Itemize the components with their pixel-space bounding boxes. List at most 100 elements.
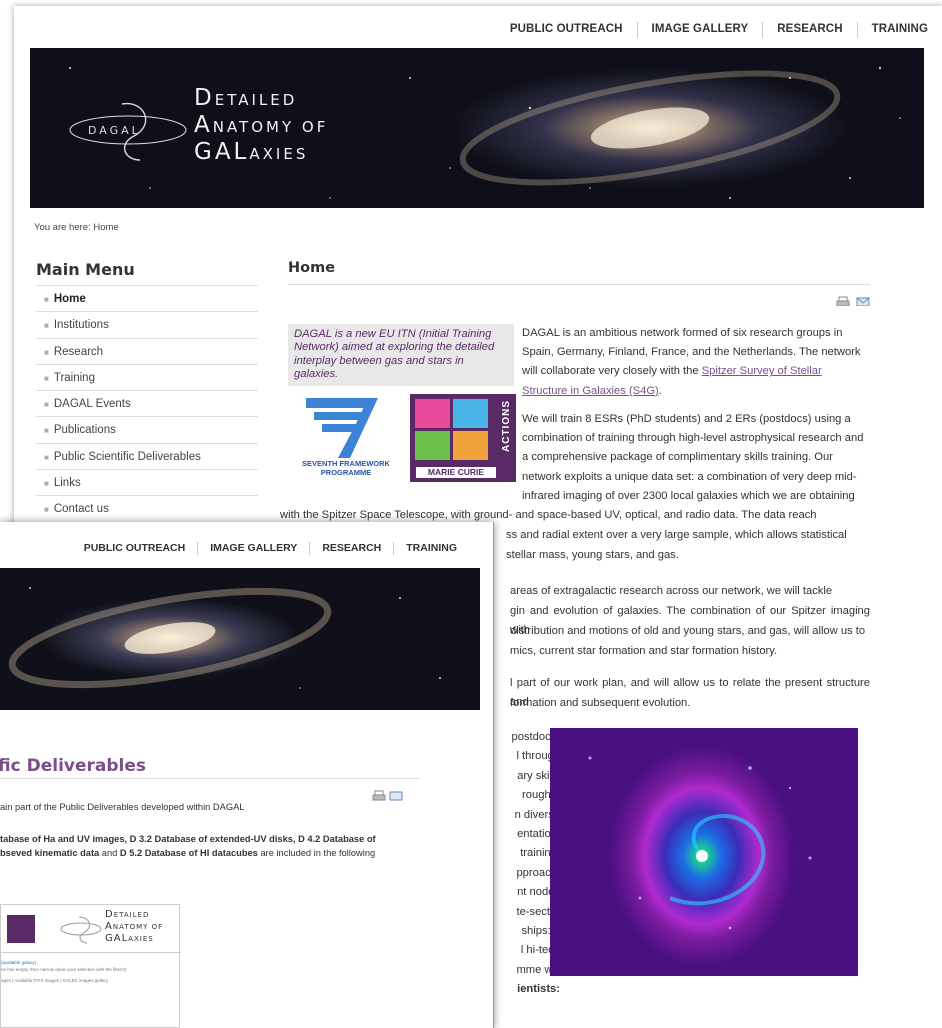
nav-research[interactable]: RESEARCH xyxy=(310,542,395,555)
breadcrumb: You are here: Home xyxy=(34,222,119,233)
deliverables-intro: ain part of the Public Deliverables deve… xyxy=(0,802,245,812)
paragraph-2-tail-1: ss and radial extent over a very large s… xyxy=(506,529,847,541)
text-line: DAGAL is an ambitious network formed of … xyxy=(522,327,843,339)
dagal-mark-text: DAGAL xyxy=(88,124,141,137)
main-content: Home DAGAL is a new EU ITN (Initial Trai… xyxy=(280,260,870,995)
menu-item-publications[interactable]: ■ Publications xyxy=(36,417,258,444)
print-icon[interactable] xyxy=(836,296,850,306)
s4g-link-a[interactable]: Spitzer Survey of Stellar xyxy=(702,365,822,377)
bullet-icon: ■ xyxy=(44,400,49,410)
portrait-tile xyxy=(453,399,488,428)
text-line: infrared imaging of over 2300 local gala… xyxy=(522,489,855,502)
logo-rest: AXIES xyxy=(128,935,154,943)
logo-rest: NATOMY OF xyxy=(112,923,164,931)
browser-window-deliverables: PUBLIC OUTREACH IMAGE GALLERY RESEARCH T… xyxy=(0,522,494,1028)
paragraph-3-line-4: mics, current star formation and star fo… xyxy=(510,645,778,657)
text-line: ientists: xyxy=(517,983,560,996)
thumb-text: ne box empty, then narrow down your sele… xyxy=(1,967,127,972)
page-title: Home xyxy=(288,260,870,285)
logo-rest-1: ETAILED xyxy=(214,91,298,109)
menu-label: DAGAL Events xyxy=(53,398,131,411)
galaxy-infrared-image xyxy=(550,728,858,976)
bold-text: D 5.2 Database of HI datacubes xyxy=(119,848,258,858)
deliverables-title: fic Deliverables xyxy=(0,756,147,776)
menu-item-training[interactable]: ■ Training xyxy=(36,365,258,392)
menu-label: Links xyxy=(53,477,81,490)
nav-image-gallery[interactable]: IMAGE GALLERY xyxy=(198,542,311,555)
bullet-icon: ■ xyxy=(44,321,49,331)
fp7-label-2: PROGRAMME xyxy=(320,468,372,477)
text-line: network exploits a unique data set: a co… xyxy=(522,470,857,483)
text-line: We will train 8 ESRs (PhD students) and … xyxy=(522,413,851,425)
dagal-mini-mark-icon xyxy=(60,916,102,944)
logo-cap: A xyxy=(105,921,113,932)
marie-actions-label: ACTIONS xyxy=(501,400,512,452)
menu-label: Training xyxy=(53,371,95,384)
title-divider xyxy=(0,778,420,779)
text-line: Spain, Germany, Finland, France, and the… xyxy=(522,346,861,359)
menu-item-research[interactable]: ■ Research xyxy=(36,339,258,365)
funding-logos: SEVENTH FRAMEWORK PROGRAMME ACTIONS MARI… xyxy=(292,394,516,484)
bullet-icon: ■ xyxy=(44,452,49,462)
logo-rest: ETAILED xyxy=(113,911,150,919)
fp7-logo[interactable]: SEVENTH FRAMEWORK PROGRAMME xyxy=(292,394,400,484)
menu-item-home[interactable]: ■ Home xyxy=(36,286,258,313)
nav-research[interactable]: RESEARCH xyxy=(763,22,858,38)
text-line: combination of training through high-lev… xyxy=(522,432,864,445)
logo-cap: GAL xyxy=(105,933,129,944)
thumb-text: ages | Available FITS images | GALEX ima… xyxy=(1,978,109,983)
menu-item-events[interactable]: ■ DAGAL Events xyxy=(36,391,258,418)
galaxy-arms xyxy=(588,756,812,930)
header-banner-front xyxy=(0,568,480,710)
bullet-icon: ■ xyxy=(44,479,49,489)
portrait-tile xyxy=(453,431,488,460)
paragraph-2-tail-2: stellar mass, young stars, and gas. xyxy=(506,549,679,561)
nav-public-outreach[interactable]: PUBLIC OUTREACH xyxy=(72,542,199,555)
menu-item-deliverables[interactable]: ■ Public Scientific Deliverables xyxy=(36,444,258,471)
paragraph-4-line-2: formation and subsequent evolution. xyxy=(510,697,691,709)
print-email-icons[interactable] xyxy=(370,790,404,802)
bullet-icon: ■ xyxy=(44,373,49,383)
email-icon[interactable] xyxy=(856,296,870,306)
nav-image-gallery[interactable]: IMAGE GALLERY xyxy=(638,22,764,38)
top-nav-front: PUBLIC OUTREACH IMAGE GALLERY RESEARCH T… xyxy=(72,542,469,555)
logo-cap-2: A xyxy=(194,112,213,138)
portrait-tile xyxy=(415,431,450,460)
menu-label: Contact us xyxy=(53,503,109,516)
menu-item-contact[interactable]: ■ Contact us xyxy=(36,496,258,523)
logo-rest-2: NATOMY OF xyxy=(212,118,329,136)
nav-training[interactable]: TRAINING xyxy=(858,22,942,38)
menu-label: Institutions xyxy=(53,319,109,332)
bold-text: tabase of Ha and UV images, D 3.2 Databa… xyxy=(0,834,376,844)
fp7-seven-icon xyxy=(306,398,378,458)
intro-callout: DAGAL is a new EU ITN (Initial Training … xyxy=(288,324,514,386)
thumbnail-body: (available galaxy) ne box empty, then na… xyxy=(1,959,126,984)
text-line: will collaborate very closely with the xyxy=(522,365,699,378)
dagal-logo[interactable]: DAGAL DETAILED ANATOMY OF GALAXIES xyxy=(64,76,394,186)
logo-wordmark: DETAILED ANATOMY OF GALAXIES xyxy=(194,86,328,167)
bullet-icon: ■ xyxy=(44,295,49,304)
menu-label: Home xyxy=(53,293,86,305)
article-tools xyxy=(836,296,870,306)
menu-item-links[interactable]: ■ Links xyxy=(36,470,258,497)
logo-cap-3: GAL xyxy=(194,139,250,165)
paragraph-3-line-3: distribution and motions of old and youn… xyxy=(510,625,866,637)
logo-cap: D xyxy=(105,909,114,920)
logo-cap-1: D xyxy=(194,85,215,111)
s4g-link-b[interactable]: Structure in Galaxies (S4G) xyxy=(522,385,659,397)
text-line: a comprehensive package of complimentary… xyxy=(522,451,833,464)
logo-rest-3: AXIES xyxy=(249,145,309,163)
menu-label: Public Scientific Deliverables xyxy=(53,450,201,463)
marie-curie-label: MARIE CURIE xyxy=(416,467,496,478)
menu-item-institutions[interactable]: ■ Institutions xyxy=(36,312,258,339)
article-tools-front xyxy=(370,790,404,805)
menu-label: Research xyxy=(53,345,104,358)
deliverables-list-text: tabase of Ha and UV images, D 3.2 Databa… xyxy=(0,832,420,860)
marie-curie-logo[interactable]: ACTIONS MARIE CURIE xyxy=(410,394,516,482)
nav-training[interactable]: TRAINING xyxy=(394,542,469,555)
thumbnail-wordmark: DETAILED ANATOMY OF GALAXIES xyxy=(105,909,163,945)
gallery-preview-thumbnail[interactable]: DETAILED ANATOMY OF GALAXIES (available … xyxy=(0,904,181,1028)
thumb-text: (available galaxy) xyxy=(1,960,37,965)
nav-public-outreach[interactable]: PUBLIC OUTREACH xyxy=(496,22,638,38)
bullet-icon: ■ xyxy=(44,505,49,515)
